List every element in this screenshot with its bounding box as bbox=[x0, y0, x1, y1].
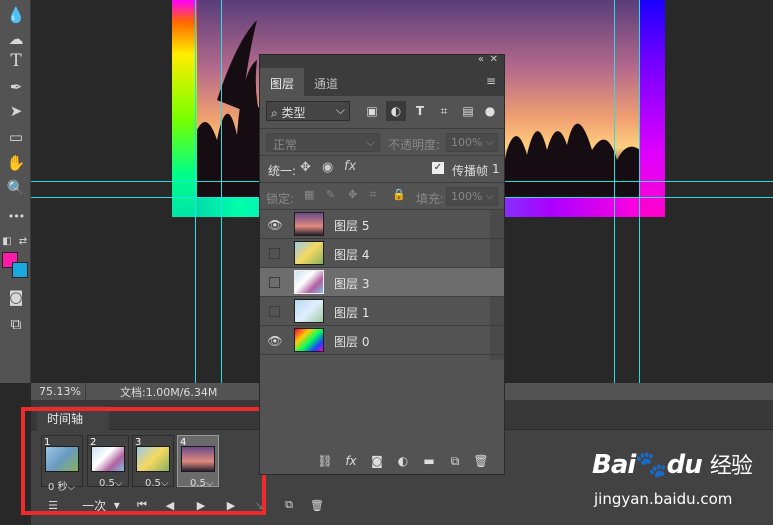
pixel-filter-icon[interactable]: ▣ bbox=[362, 101, 382, 121]
blend-row: 正常 ⌵ 不透明度: 100% ⌵ bbox=[260, 129, 504, 156]
smart-object-filter-icon[interactable]: ▤ bbox=[458, 101, 478, 121]
new-group-icon[interactable]: ▬ bbox=[416, 451, 442, 471]
close-icon[interactable]: ✕ bbox=[490, 54, 498, 65]
screen-mode-icon[interactable]: ⧉ bbox=[4, 313, 28, 335]
panel-tabbar: 图层 通道 ≡ bbox=[260, 68, 504, 96]
hand-tool-icon[interactable]: ✋ bbox=[4, 152, 28, 174]
link-layers-icon[interactable]: ⛓ bbox=[312, 451, 338, 471]
drop-icon[interactable]: 💧 bbox=[4, 4, 28, 26]
lock-row: 锁定: ▦ ✎ ✥ ⌗ 🔒 填充: 100% ⌵ bbox=[260, 183, 504, 210]
unify-position-icon[interactable]: ✥ bbox=[300, 160, 311, 175]
guide-line-vertical[interactable] bbox=[195, 0, 196, 383]
lock-brush-icon[interactable]: ✎ bbox=[326, 188, 335, 201]
adjustment-filter-icon[interactable]: ◐ bbox=[386, 101, 406, 121]
search-icon: ⌕ bbox=[271, 106, 282, 120]
rectangle-tool-icon[interactable]: ▭ bbox=[4, 126, 28, 148]
document-info[interactable]: 文档:1.00M/6.34M bbox=[86, 384, 217, 400]
layer-thumbnail bbox=[294, 328, 324, 352]
layer-row[interactable]: 图层 3 bbox=[260, 268, 504, 297]
paw-icon: 🐾 bbox=[635, 450, 667, 480]
lock-all-icon[interactable]: 🔒 bbox=[392, 188, 406, 201]
collapse-icon[interactable]: « bbox=[478, 54, 484, 65]
unify-style-icon[interactable]: fx bbox=[344, 159, 356, 174]
quick-mask-icon[interactable]: ◙ bbox=[4, 286, 28, 308]
unify-visibility-icon[interactable]: ◉ bbox=[322, 160, 333, 175]
filter-kind-select[interactable]: ⌕ 类型 ⌵ bbox=[266, 101, 350, 121]
lock-position-icon[interactable]: ✥ bbox=[348, 188, 357, 201]
fx-icon[interactable]: fx bbox=[338, 451, 364, 471]
type-filter-icon[interactable]: T bbox=[410, 101, 430, 121]
filter-row: ⌕ 类型 ⌵ ▣ ◐ T ⌗ ▤ ● bbox=[260, 96, 504, 129]
lock-label: 锁定: bbox=[266, 192, 295, 206]
eye-icon[interactable]: 👁 bbox=[267, 218, 282, 232]
unify-row: 统一: ✥ ◉ fx ✓ 传播帧 1 bbox=[260, 156, 504, 183]
more-tools-icon[interactable]: ••• bbox=[4, 205, 28, 227]
layer-thumbnail bbox=[294, 212, 324, 236]
unify-label: 统一: bbox=[268, 164, 297, 178]
layer-row[interactable]: 👁 图层 0 bbox=[260, 326, 504, 355]
add-mask-icon[interactable]: ◙ bbox=[364, 451, 390, 471]
shape-filter-icon[interactable]: ⌗ bbox=[434, 101, 454, 121]
fill-field[interactable]: 100% ⌵ bbox=[446, 187, 498, 206]
new-layer-icon[interactable]: ⧉ bbox=[442, 451, 468, 471]
fill-label: 填充: bbox=[416, 192, 445, 206]
pen-tool-icon[interactable]: ✒ bbox=[4, 76, 28, 98]
layers-panel: « ✕ 图层 通道 ≡ ⌕ 类型 ⌵ ▣ ◐ T ⌗ ▤ ● 正常 ⌵ 不透明度: … bbox=[259, 54, 505, 475]
watermark-suffix: 经验 bbox=[709, 454, 753, 479]
layer-row[interactable]: 图层 1 bbox=[260, 297, 504, 326]
visibility-toggle[interactable] bbox=[269, 306, 280, 317]
text-tool-icon[interactable]: T bbox=[4, 50, 28, 72]
eye-icon[interactable]: 👁 bbox=[267, 334, 282, 348]
layer-thumbnail bbox=[294, 299, 324, 323]
filter-toggle-icon[interactable]: ● bbox=[485, 101, 495, 121]
baidu-watermark: Bai🐾du 经验 jingyan.baidu.com bbox=[590, 446, 770, 521]
panel-menu-icon[interactable]: ≡ bbox=[486, 74, 496, 88]
tab-channels[interactable]: 通道 bbox=[304, 68, 348, 96]
delete-frame-icon[interactable]: 🗑 bbox=[307, 496, 327, 514]
highlight-box bbox=[21, 407, 266, 515]
smudge-icon[interactable]: ☁ bbox=[4, 28, 28, 50]
guide-line-vertical[interactable] bbox=[639, 0, 640, 383]
layer-name: 图层 0 bbox=[334, 335, 370, 349]
select-arrow-icon[interactable]: ➤ bbox=[4, 100, 28, 122]
layer-name: 图层 5 bbox=[334, 219, 370, 233]
panel-titlebar[interactable]: « ✕ bbox=[260, 54, 504, 68]
tab-layers[interactable]: 图层 bbox=[260, 68, 305, 96]
duplicate-frame-icon[interactable]: ⧉ bbox=[279, 496, 299, 514]
layer-row[interactable]: 👁 图层 5 bbox=[260, 210, 504, 239]
watermark-brand2: du bbox=[666, 450, 703, 480]
opacity-label: 不透明度: bbox=[388, 138, 441, 152]
tools-panel: 💧 ☁ T ✒ ➤ ▭ ✋ 🔍 ••• ◧ ⇄ ◙ ⧉ bbox=[0, 0, 31, 383]
adjustment-layer-icon[interactable]: ◐ bbox=[390, 451, 416, 471]
propagate-label: 传播帧 bbox=[452, 164, 489, 178]
background-color-swatch[interactable] bbox=[12, 262, 28, 278]
opacity-field[interactable]: 100% ⌵ bbox=[446, 133, 498, 152]
watermark-url: jingyan.baidu.com bbox=[594, 490, 733, 508]
default-colors-icon[interactable]: ◧ bbox=[0, 230, 14, 252]
delete-layer-icon[interactable]: 🗑 bbox=[468, 451, 494, 471]
layer-thumbnail bbox=[294, 270, 324, 294]
layer-name: 图层 3 bbox=[334, 277, 370, 291]
propagate-value: 1 bbox=[492, 162, 500, 176]
visibility-toggle[interactable] bbox=[269, 248, 280, 259]
lock-pixels-icon[interactable]: ▦ bbox=[304, 188, 314, 201]
lock-artboard-icon[interactable]: ⌗ bbox=[370, 188, 376, 202]
blend-mode-select[interactable]: 正常 ⌵ bbox=[266, 133, 380, 152]
layer-name: 图层 1 bbox=[334, 306, 370, 320]
panel-footer: ⛓ fx ◙ ◐ ▬ ⧉ 🗑 bbox=[260, 448, 504, 474]
rainbow-strip-left bbox=[172, 0, 197, 217]
guide-line-vertical[interactable] bbox=[614, 0, 615, 383]
swap-colors-icon[interactable]: ⇄ bbox=[16, 230, 30, 252]
propagate-checkbox[interactable]: ✓ bbox=[432, 162, 444, 174]
layer-row[interactable]: 图层 4 bbox=[260, 239, 504, 268]
zoom-tool-icon[interactable]: 🔍 bbox=[4, 177, 28, 199]
zoom-level[interactable]: 75.13% bbox=[31, 383, 86, 400]
layer-thumbnail bbox=[294, 241, 324, 265]
layer-list: 👁 图层 5 图层 4 图层 3 图层 1 👁 图层 0 bbox=[260, 210, 504, 360]
guide-line-vertical[interactable] bbox=[221, 0, 222, 383]
layer-name: 图层 4 bbox=[334, 248, 370, 262]
visibility-toggle[interactable] bbox=[269, 277, 280, 288]
watermark-brand: Bai bbox=[592, 450, 636, 480]
rainbow-strip-right bbox=[640, 0, 665, 217]
